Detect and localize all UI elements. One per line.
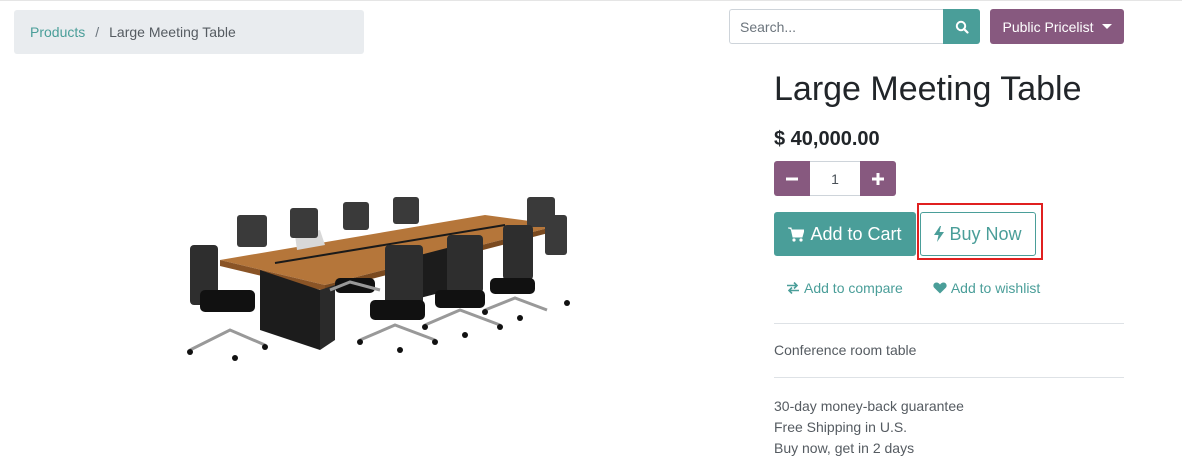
product-price: $ 40,000.00 [774, 128, 880, 150]
add-to-compare-link[interactable]: Add to compare [786, 280, 903, 296]
quantity-increase-button[interactable] [860, 161, 896, 196]
heart-icon [933, 282, 947, 294]
divider [774, 377, 1124, 378]
breadcrumb-current: Large Meeting Table [109, 24, 236, 40]
buy-now-label: Buy Now [949, 223, 1022, 244]
breadcrumb-separator: / [95, 24, 100, 40]
add-to-wishlist-label: Add to wishlist [950, 280, 1041, 296]
product-terms: 30-day money-back guarantee Free Shippin… [774, 396, 964, 459]
quantity-stepper: 1 [774, 161, 896, 196]
quantity-decrease-button[interactable] [774, 161, 810, 196]
product-description: Conference room table [774, 342, 917, 358]
breadcrumb-products-link[interactable]: Products [30, 24, 85, 40]
add-to-compare-label: Add to compare [804, 280, 903, 296]
top-border [0, 0, 1182, 1]
caret-down-icon [1101, 24, 1112, 29]
product-title: Large Meeting Table [774, 70, 1082, 108]
search-input[interactable]: Search... [729, 9, 943, 44]
add-to-wishlist-link[interactable]: Add to wishlist [933, 280, 1040, 296]
terms-line: 30-day money-back guarantee [774, 398, 964, 414]
pricelist-dropdown[interactable]: Public Pricelist [990, 9, 1124, 44]
pricelist-label: Public Pricelist [1002, 18, 1094, 35]
minus-icon [786, 177, 798, 180]
bolt-icon [934, 226, 945, 242]
plus-icon [872, 172, 884, 185]
add-to-cart-label: Add to Cart [810, 223, 902, 244]
search-bar: Search... [729, 9, 980, 44]
buy-now-button[interactable]: Buy Now [920, 212, 1036, 256]
search-button[interactable] [943, 9, 980, 44]
quantity-input[interactable]: 1 [810, 161, 860, 196]
divider [774, 323, 1124, 324]
exchange-icon [787, 282, 799, 294]
terms-line: Buy now, get in 2 days [774, 440, 915, 456]
breadcrumb: Products / Large Meeting Table [14, 10, 364, 54]
product-image [187, 197, 570, 361]
cart-icon [788, 227, 805, 242]
terms-line: Free Shipping in U.S. [774, 419, 908, 435]
search-icon [955, 20, 969, 34]
product-links: Add to compare Add to wishlist [786, 280, 1040, 296]
add-to-cart-button[interactable]: Add to Cart [774, 212, 916, 256]
